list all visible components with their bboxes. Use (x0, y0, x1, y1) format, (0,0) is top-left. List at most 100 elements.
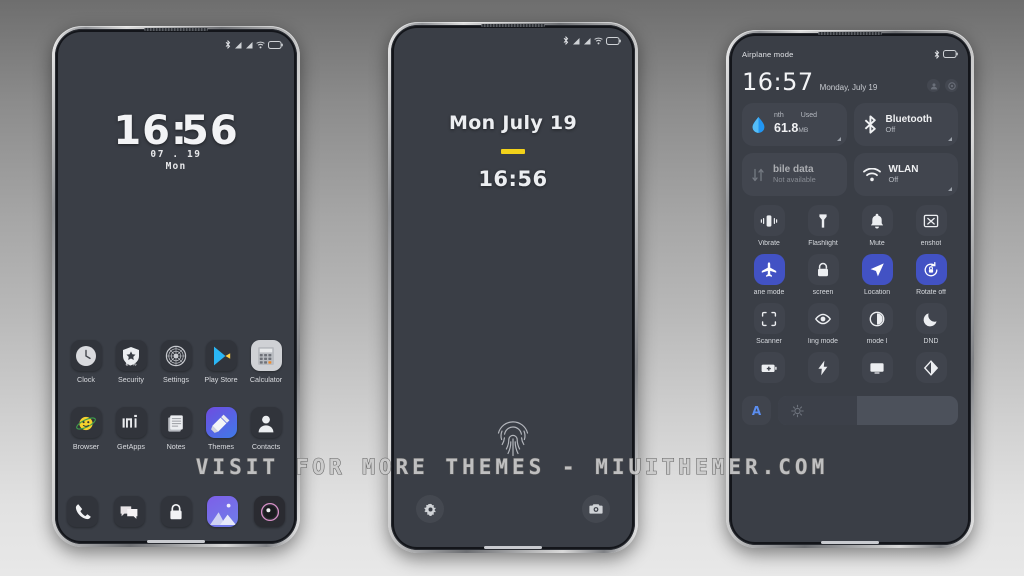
app-label: Clock (77, 375, 95, 384)
toggle-screenshot[interactable]: enshot (904, 205, 958, 247)
toggle-label: ane mode (753, 289, 785, 296)
dock-lock[interactable] (160, 496, 192, 527)
expand-corner-icon[interactable] (836, 137, 841, 141)
security-shield-icon: 80% (115, 340, 147, 371)
calculator-icon (250, 340, 282, 371)
phone-control-center: Airplane mode 16:57 Monday, July 19 nth … (726, 30, 974, 548)
tile-mobile-data[interactable]: bile data Not available (742, 153, 847, 196)
gesture-home-bar[interactable] (484, 546, 542, 549)
home-clock: 16:56 (58, 108, 294, 154)
brightness-sun-icon (791, 404, 804, 417)
toggle-flashlight[interactable]: Flashlight (796, 205, 850, 247)
toggle-label: Vibrate (758, 240, 780, 247)
toggle-location[interactable]: Location (850, 254, 904, 296)
toggle-lock-screen[interactable]: screen (796, 254, 850, 296)
toggle-label: Location (863, 289, 891, 296)
app-play-store[interactable]: Play Store (202, 340, 240, 384)
settings-gear-icon[interactable] (945, 79, 958, 92)
toggle-mute[interactable]: Mute (850, 205, 904, 247)
user-icon[interactable] (927, 79, 940, 92)
bluetooth-icon (225, 40, 231, 49)
control-center-header: 16:57 Monday, July 19 (742, 70, 958, 94)
app-settings[interactable]: Settings (157, 340, 195, 384)
app-security[interactable]: 80% Security (112, 340, 150, 384)
getapps-mi-icon (115, 407, 147, 438)
toggle-label: mode l (866, 338, 888, 345)
usage-used-label: Used (800, 112, 818, 119)
toggle-battery-saver[interactable] (742, 352, 796, 387)
toggle-reading-mode[interactable]: ling mode (796, 303, 850, 345)
toggle-label: Mute (869, 240, 885, 247)
cast-screen-icon (861, 352, 893, 383)
battery-icon (606, 36, 621, 45)
themes-brush-icon (205, 407, 237, 438)
app-browser[interactable]: Browser (67, 407, 105, 451)
tile-subtitle: Off (885, 124, 896, 134)
auto-brightness-button[interactable]: A (742, 396, 771, 425)
toggle-scanner[interactable]: Scanner (742, 303, 796, 345)
dark-mode-icon (861, 303, 893, 334)
gallery-image-icon (209, 503, 236, 525)
app-getapps[interactable]: GetApps (112, 407, 150, 451)
screenshot-stage: 16:56 07 . 19 Mon Clock 80% Security Set… (0, 0, 1024, 576)
toggle-dnd[interactable]: DND (904, 303, 958, 345)
mobile-data-icon (752, 168, 764, 181)
app-notes[interactable]: Notes (157, 407, 195, 451)
app-clock[interactable]: Clock (67, 340, 105, 384)
control-center-statusbar: Airplane mode (742, 47, 958, 61)
app-label: Security (118, 375, 144, 384)
home-clock-day: Mon (165, 161, 187, 172)
phone1-screen: 16:56 07 . 19 Mon Clock 80% Security Set… (58, 32, 294, 541)
signal-icon (235, 41, 242, 48)
toggle-airplane-mode[interactable]: ane mode (742, 254, 796, 296)
toggle-rotate-off[interactable]: Rotate off (904, 254, 958, 296)
usage-unit: MB (798, 127, 809, 134)
brightness-slider[interactable] (778, 396, 958, 425)
svg-text:80%: 80% (126, 361, 137, 367)
tile-wlan[interactable]: WLAN Off (853, 153, 958, 196)
flashlight-icon (807, 205, 839, 236)
tile-subtitle: Not available (773, 174, 816, 184)
app-label: Calculator (249, 375, 283, 384)
tile-bluetooth[interactable]: Bluetooth Off (853, 103, 958, 146)
bell-mute-icon (861, 205, 893, 236)
clock-separator: : (171, 108, 188, 154)
dock-messages[interactable] (113, 496, 145, 527)
gesture-home-bar[interactable] (821, 541, 879, 544)
dock-gallery[interactable] (207, 496, 239, 527)
app-grid-row-2: Browser GetApps Notes Themes Contacts (67, 407, 285, 451)
lockscreen-camera-shortcut[interactable] (582, 495, 610, 523)
app-calculator[interactable]: Calculator (247, 340, 285, 384)
battery-icon (268, 40, 283, 49)
bluetooth-icon (563, 36, 569, 45)
scanner-icon (753, 303, 785, 334)
tile-data-usage[interactable]: nth Used 61.8MB (742, 103, 847, 146)
app-themes[interactable]: Themes (202, 407, 240, 451)
phone-home-screen: 16:56 07 . 19 Mon Clock 80% Security Set… (52, 26, 300, 547)
signal-icon (246, 41, 253, 48)
lockscreen-settings-shortcut[interactable] (416, 495, 444, 523)
toggle-vibrate[interactable]: Vibrate (742, 205, 796, 247)
toggle-dark-mode[interactable]: mode l (850, 303, 904, 345)
big-tiles: nth Used 61.8MB bile data Not available … (742, 103, 958, 196)
expand-corner-icon[interactable] (948, 137, 952, 141)
gesture-home-bar[interactable] (147, 540, 205, 543)
dock-camera[interactable] (254, 496, 285, 527)
app-contacts[interactable]: Contacts (247, 407, 285, 451)
expand-corner-icon[interactable] (948, 187, 952, 191)
lock-icon (807, 254, 839, 285)
airplane-mode-status: Airplane mode (742, 49, 794, 59)
phone2-screen: Mon July 19 16:56 (394, 28, 632, 547)
dock-phone[interactable] (67, 496, 98, 527)
app-label: GetApps (117, 442, 145, 451)
toggle-label: DND (923, 338, 939, 345)
toggle-ultra-battery-saver[interactable] (796, 352, 850, 387)
toggle-label: Scanner (756, 338, 782, 345)
screenshot-icon (915, 205, 947, 236)
toggle-cast-screen[interactable] (850, 352, 904, 387)
brightness-slider-fill (778, 396, 858, 425)
toggle-contrast[interactable] (904, 352, 958, 387)
phone-lock-screen: Mon July 19 16:56 (388, 22, 638, 553)
lockscreen-date: Mon July 19 (449, 112, 577, 134)
fingerprint-icon[interactable] (496, 417, 530, 462)
